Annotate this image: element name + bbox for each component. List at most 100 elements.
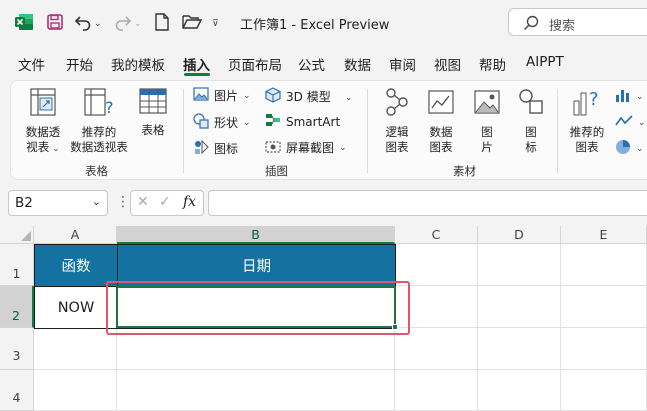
- recommended-charts-button[interactable]: ? 推荐的 图表: [565, 87, 609, 155]
- material-icons-icon: [515, 87, 547, 121]
- materials-group-label: 素材: [453, 164, 476, 178]
- cell-e2[interactable]: [561, 286, 647, 328]
- data-chart-button[interactable]: 数据 图表: [425, 87, 457, 155]
- tab-aippt[interactable]: AIPPT: [526, 54, 564, 70]
- undo-dropdown-icon[interactable]: ⌄: [94, 12, 102, 36]
- title-bar: ⌄ ⌄ ⊽ 工作簿1 - Excel Preview 搜索: [0, 0, 647, 44]
- row-header-2[interactable]: 2: [0, 286, 34, 328]
- enter-icon[interactable]: ✓: [159, 194, 171, 210]
- name-box-dropdown-icon[interactable]: ⌄: [92, 195, 101, 208]
- cell-a3[interactable]: [34, 328, 117, 370]
- illustrations-group-label: 插图: [265, 164, 288, 178]
- cancel-icon[interactable]: ✕: [137, 194, 149, 210]
- column-header-d[interactable]: D: [478, 226, 561, 244]
- bar-chart-button[interactable]: ⌄: [615, 87, 644, 106]
- 3d-model-dropdown-icon[interactable]: ⌄: [345, 89, 353, 103]
- column-header-a[interactable]: A: [34, 226, 117, 244]
- line-chart-button[interactable]: ⌄: [615, 113, 646, 132]
- tab-view[interactable]: 视图: [434, 54, 461, 74]
- tab-file[interactable]: 文件: [18, 54, 45, 74]
- cell-e1[interactable]: [561, 244, 647, 286]
- icons-button[interactable]: 图标: [193, 139, 238, 158]
- recommended-pivot-label-1: 推荐的: [81, 125, 117, 139]
- cell-c1[interactable]: [395, 244, 478, 286]
- icons-icon: [193, 139, 209, 158]
- pictures-button[interactable]: 图 片: [471, 87, 503, 155]
- picture-icon: [193, 87, 209, 104]
- undo-icon[interactable]: [74, 10, 92, 34]
- column-header-c[interactable]: C: [395, 226, 478, 244]
- smartart-button[interactable]: SmartArt: [265, 113, 340, 130]
- formula-input[interactable]: [208, 190, 647, 216]
- data-chart-label-2: 图表: [429, 140, 453, 154]
- search-icon: [523, 15, 539, 34]
- pivot-table-button[interactable]: 数据透 视表 ⌄: [21, 87, 65, 157]
- shapes-button[interactable]: 形状 ⌄: [193, 113, 251, 132]
- recommended-pivot-button[interactable]: ? 推荐的 数据透视表: [67, 87, 131, 155]
- smartart-icon: [265, 113, 281, 130]
- logic-chart-label-1: 逻辑: [385, 125, 409, 139]
- screenshot-button[interactable]: 屏幕截图 ⌄: [265, 139, 347, 156]
- tab-page-layout[interactable]: 页面布局: [228, 54, 282, 74]
- row-header-3[interactable]: 3: [0, 328, 34, 370]
- table-button[interactable]: 表格: [135, 87, 171, 138]
- picture-button[interactable]: 图片 ⌄: [193, 87, 251, 104]
- logic-chart-label-2: 图表: [385, 140, 409, 154]
- icons-label: 图标: [214, 142, 239, 156]
- cell-b4[interactable]: [117, 370, 395, 411]
- material-icons-button[interactable]: 图 标: [515, 87, 547, 155]
- smartart-label: SmartArt: [286, 114, 341, 129]
- worksheet-grid: A B C D E 1 2 3 4 函数 日期 NOW: [0, 226, 647, 411]
- open-folder-icon[interactable]: [182, 10, 202, 34]
- search-input[interactable]: 搜索: [508, 8, 647, 36]
- recommended-charts-icon: ?: [565, 87, 609, 121]
- name-box-value: B2: [15, 195, 33, 211]
- column-header-e[interactable]: E: [561, 226, 647, 244]
- cell-d1[interactable]: [478, 244, 561, 286]
- tab-my-templates[interactable]: 我的模板: [111, 54, 165, 74]
- shapes-icon: [193, 113, 209, 132]
- screenshot-label: 屏幕截图: [286, 141, 335, 155]
- pie-chart-button[interactable]: ⌄: [615, 139, 644, 158]
- insert-function-icon[interactable]: fx: [183, 194, 196, 210]
- pivot-table-icon: [21, 87, 65, 121]
- tab-review[interactable]: 审阅: [389, 54, 416, 74]
- more-options-icon[interactable]: ⋮: [116, 194, 130, 210]
- redo-icon[interactable]: [114, 10, 132, 34]
- cell-a4[interactable]: [34, 370, 117, 411]
- row-header-1[interactable]: 1: [0, 244, 34, 286]
- 3d-model-button[interactable]: 3D 模型: [265, 87, 331, 106]
- cell-e4[interactable]: [561, 370, 647, 411]
- tab-insert[interactable]: 插入: [183, 54, 210, 74]
- select-all-button[interactable]: [0, 226, 34, 244]
- tab-help[interactable]: 帮助: [479, 54, 506, 74]
- excel-logo-icon: [14, 12, 34, 32]
- recommended-charts-label-1: 推荐的: [569, 125, 605, 139]
- save-icon[interactable]: [46, 10, 64, 34]
- column-header-b[interactable]: B: [117, 226, 395, 244]
- new-file-icon[interactable]: [154, 10, 170, 34]
- line-chart-icon: [615, 113, 633, 132]
- 3d-model-icon: [265, 87, 281, 106]
- name-box[interactable]: B2 ⌄: [8, 190, 108, 216]
- pictures-icon: [471, 87, 503, 121]
- cell-d3[interactable]: [478, 328, 561, 370]
- row-header-4[interactable]: 4: [0, 370, 34, 411]
- 3d-model-label: 3D 模型: [286, 90, 331, 104]
- recommended-pivot-label-2: 数据透视表: [70, 140, 128, 154]
- redo-dropdown-icon[interactable]: ⌄: [134, 12, 142, 36]
- recommended-charts-label-2: 图表: [575, 140, 599, 154]
- cell-c4[interactable]: [395, 370, 478, 411]
- formula-bar: B2 ⌄ ⋮ ✕ ✓ fx: [0, 186, 647, 220]
- pivot-table-label-1: 数据透: [25, 125, 61, 139]
- cell-d4[interactable]: [478, 370, 561, 411]
- svg-text:?: ?: [589, 89, 599, 110]
- tab-home[interactable]: 开始: [66, 54, 93, 74]
- customize-toolbar-icon[interactable]: ⊽: [212, 12, 219, 36]
- tab-data[interactable]: 数据: [344, 54, 371, 74]
- logic-chart-button[interactable]: 逻辑 图表: [381, 87, 413, 155]
- tab-formulas[interactable]: 公式: [298, 54, 325, 74]
- cell-e3[interactable]: [561, 328, 647, 370]
- cell-d2[interactable]: [478, 286, 561, 328]
- cell-a1[interactable]: 函数: [34, 244, 118, 287]
